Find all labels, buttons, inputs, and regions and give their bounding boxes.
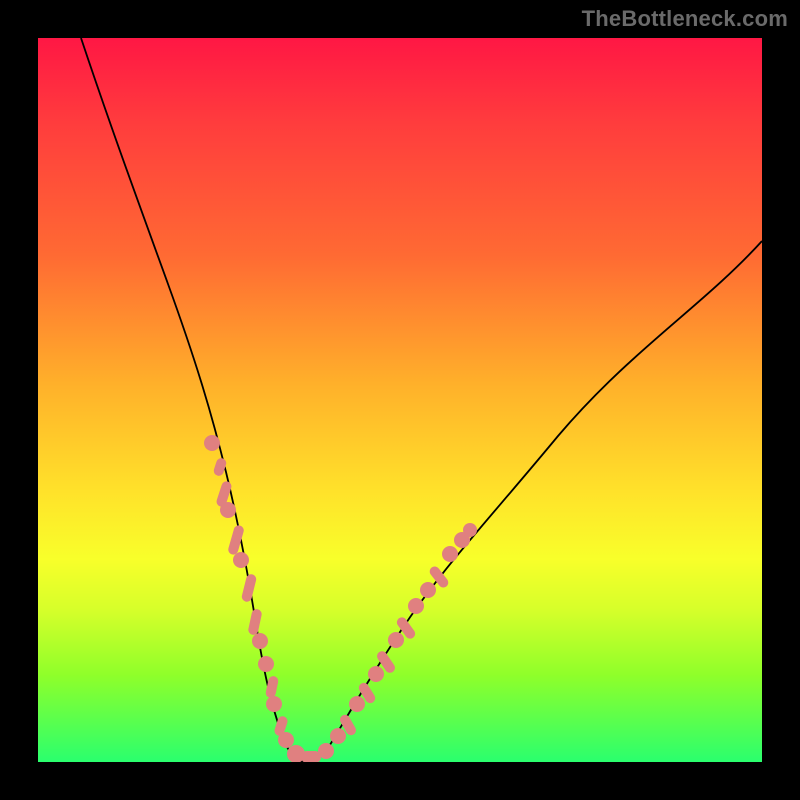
bottleneck-curve bbox=[81, 38, 762, 762]
chart-svg bbox=[38, 38, 762, 762]
watermark-text: TheBottleneck.com bbox=[582, 6, 788, 32]
curve-markers bbox=[204, 435, 477, 762]
chart-frame: TheBottleneck.com bbox=[0, 0, 800, 800]
